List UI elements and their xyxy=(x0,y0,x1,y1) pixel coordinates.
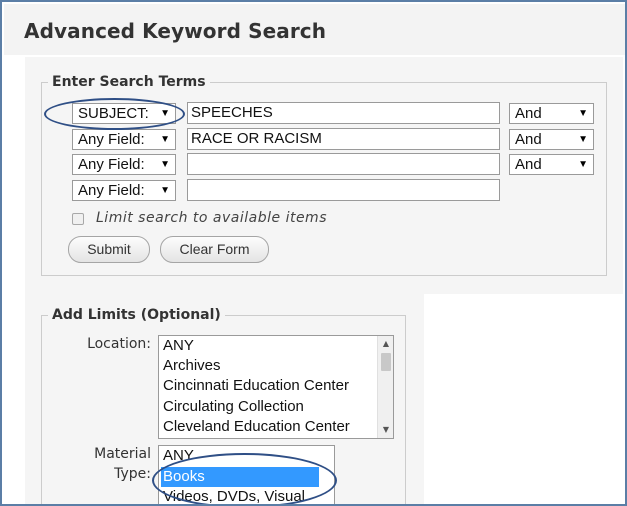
operator-select-3-value: And xyxy=(515,156,542,173)
location-option[interactable]: Archives xyxy=(161,356,376,376)
search-term-input-2[interactable]: RACE OR RACISM xyxy=(187,128,500,150)
field-select-3-value: Any Field: xyxy=(78,156,145,173)
field-select-3[interactable]: Any Field: ▼ xyxy=(72,154,176,175)
scroll-up-icon[interactable]: ▲ xyxy=(378,336,393,352)
search-term-input-1[interactable]: SPEECHES xyxy=(187,102,500,124)
location-option[interactable]: Circulating Collection xyxy=(161,397,376,417)
limit-available-label: Limit search to available items xyxy=(96,210,327,226)
location-option[interactable]: Cleveland Education Center xyxy=(161,417,376,437)
material-type-option[interactable]: Videos, DVDs, Visual xyxy=(161,487,331,504)
operator-select-3[interactable]: And ▼ xyxy=(509,154,594,175)
field-select-4-value: Any Field: xyxy=(78,182,145,199)
screenshot-frame: Advanced Keyword Search Enter Search Ter… xyxy=(0,0,627,506)
material-type-option-selected[interactable]: Books xyxy=(161,467,319,487)
submit-button[interactable]: Submit xyxy=(68,236,150,263)
chevron-down-icon: ▼ xyxy=(160,108,170,119)
search-term-input-3[interactable] xyxy=(187,153,500,175)
limits-legend: Add Limits (Optional) xyxy=(48,307,225,323)
chevron-down-icon: ▼ xyxy=(578,159,588,170)
location-scrollbar[interactable]: ▲ ▼ xyxy=(377,336,393,438)
material-type-option[interactable]: ANY xyxy=(161,446,331,466)
field-select-2-value: Any Field: xyxy=(78,131,145,148)
field-select-2[interactable]: Any Field: ▼ xyxy=(72,129,176,150)
search-term-input-4[interactable] xyxy=(187,179,500,201)
chevron-down-icon: ▼ xyxy=(578,108,588,119)
blank-panel xyxy=(424,294,625,504)
scrollbar-thumb[interactable] xyxy=(381,353,391,371)
page-title: Advanced Keyword Search xyxy=(24,19,327,43)
search-terms-legend: Enter Search Terms xyxy=(48,74,210,90)
chevron-down-icon: ▼ xyxy=(160,134,170,145)
material-type-listbox[interactable]: ANY Books Videos, DVDs, Visual xyxy=(158,445,335,504)
field-select-1[interactable]: SUBJECT: ▼ xyxy=(72,103,176,124)
location-listbox[interactable]: ANY Archives Cincinnati Education Center… xyxy=(158,335,394,439)
operator-select-1-value: And xyxy=(515,105,542,122)
operator-select-1[interactable]: And ▼ xyxy=(509,103,594,124)
scroll-down-icon[interactable]: ▼ xyxy=(378,422,393,438)
location-option[interactable]: ANY xyxy=(161,336,376,356)
chevron-down-icon: ▼ xyxy=(160,185,170,196)
chevron-down-icon: ▼ xyxy=(160,159,170,170)
operator-select-2-value: And xyxy=(515,131,542,148)
location-label: Location: xyxy=(87,336,151,352)
material-type-label-line1: Material xyxy=(94,446,151,462)
limit-available-checkbox[interactable] xyxy=(72,213,84,225)
location-option[interactable]: Cincinnati Education Center xyxy=(161,376,376,396)
field-select-4[interactable]: Any Field: ▼ xyxy=(72,180,176,201)
material-type-label-line2: Type: xyxy=(114,466,151,482)
clear-form-button[interactable]: Clear Form xyxy=(160,236,269,263)
field-select-1-value: SUBJECT: xyxy=(78,105,149,122)
chevron-down-icon: ▼ xyxy=(578,134,588,145)
operator-select-2[interactable]: And ▼ xyxy=(509,129,594,150)
